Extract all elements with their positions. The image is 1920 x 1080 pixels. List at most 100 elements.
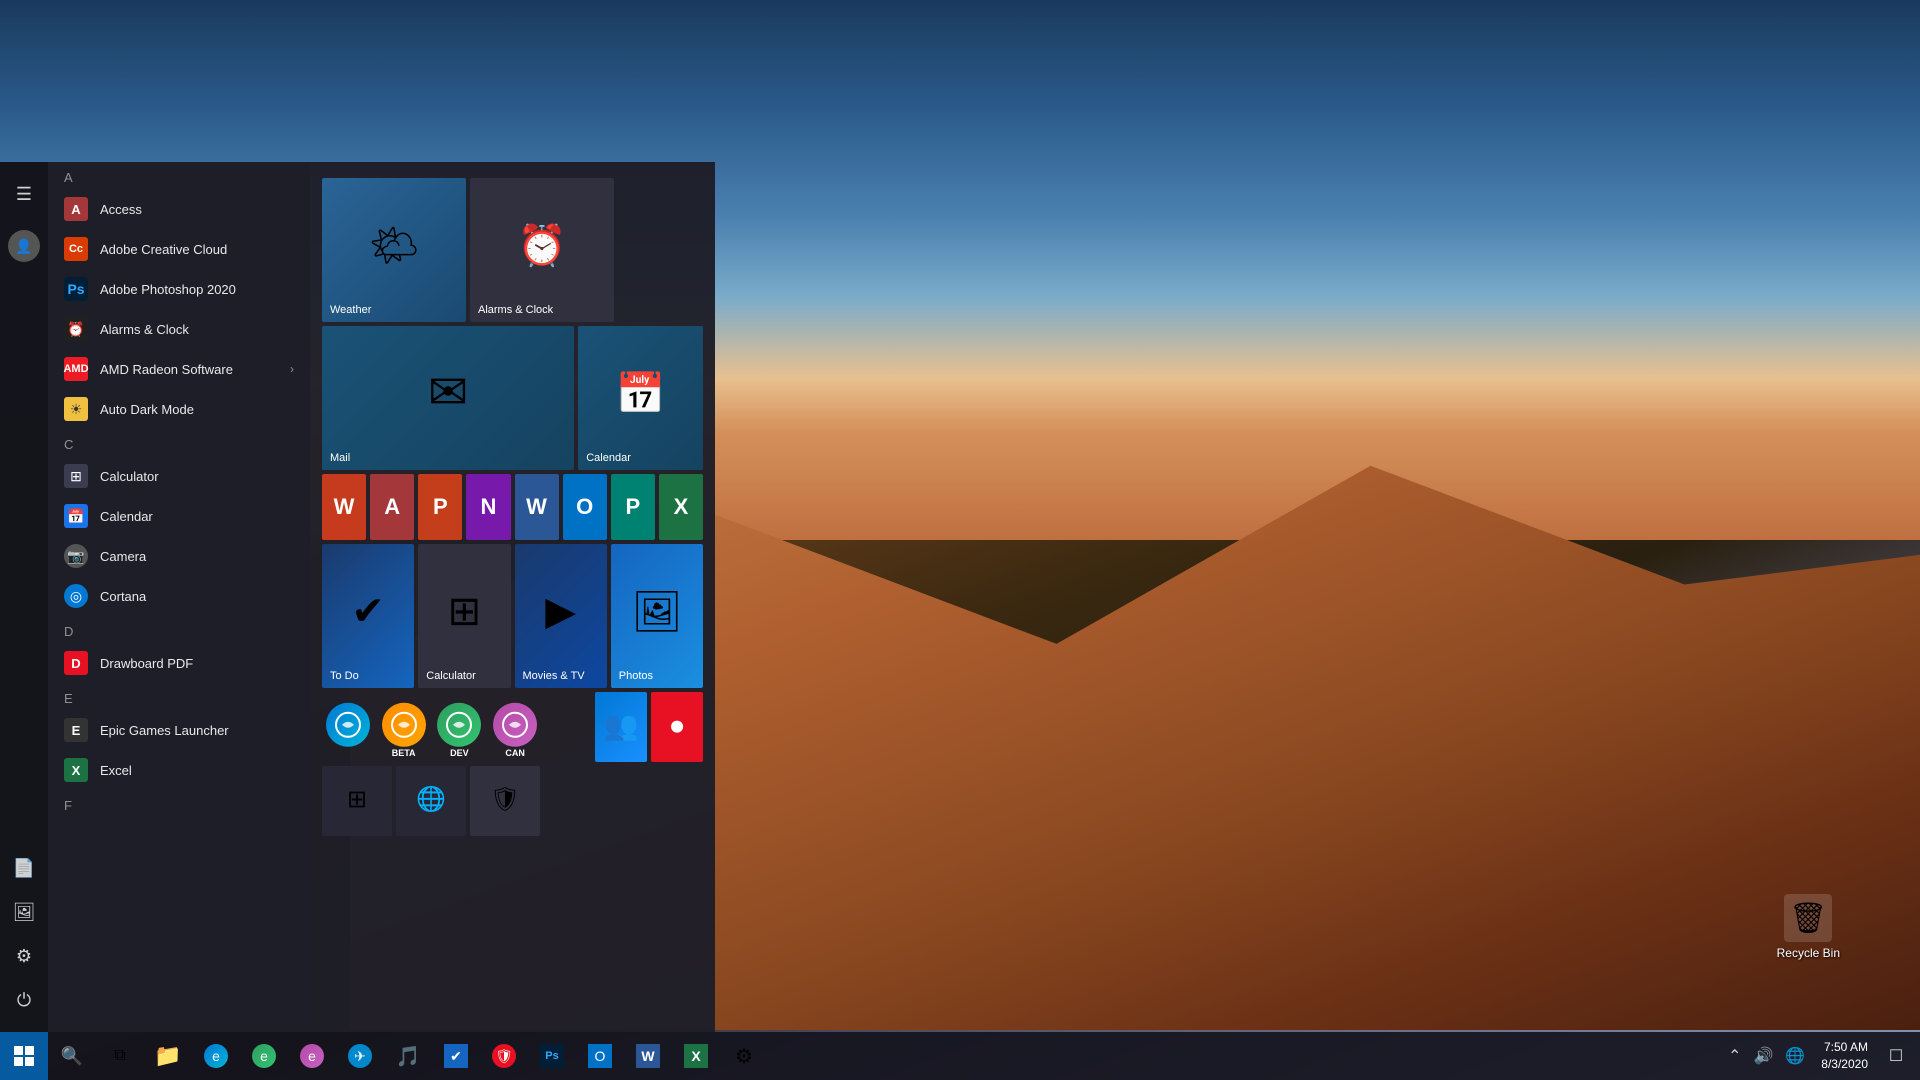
tiles-panel: 🌤 Weather ⏰ Alarms & Clock ✉ Mail 📅 Cale… xyxy=(310,162,715,1032)
user-avatar[interactable]: 👤 xyxy=(4,226,44,266)
alarms-tile-icon: ⏰ xyxy=(517,222,567,269)
taskbar-excel[interactable]: X xyxy=(674,1034,718,1078)
tile-edge-stable[interactable] xyxy=(322,692,374,762)
tile-todo[interactable]: ✔ To Do xyxy=(322,544,414,688)
tile-office-excel[interactable]: X xyxy=(659,474,703,540)
sidebar-power-icon[interactable]: ⏻ xyxy=(4,980,44,1020)
edge-dev-badge: DEV xyxy=(450,748,469,758)
tile-photos[interactable]: 🖼 Photos xyxy=(611,544,703,688)
app-name-epic: Epic Games Launcher xyxy=(100,723,229,738)
taskbar-task-view[interactable]: ⧉ xyxy=(98,1034,142,1078)
tray-network[interactable]: 🌐 xyxy=(1781,1042,1809,1070)
tile-bottom-1[interactable]: ⊞ xyxy=(322,766,392,836)
tiles-row-3: ✔ To Do ⊞ Calculator ▶ Movies & TV 🖼 Pho… xyxy=(322,544,703,688)
taskbar-music[interactable]: 🎵 xyxy=(386,1034,430,1078)
app-icon-alarms: ⏰ xyxy=(64,317,88,341)
tiles-row-bottom: ⊞ 🌐 🛡 xyxy=(322,766,703,836)
taskbar-search-button[interactable]: 🔍 xyxy=(50,1034,94,1078)
app-item-adobe-cc[interactable]: Cc Adobe Creative Cloud xyxy=(48,229,310,269)
tile-office-onenote[interactable]: N xyxy=(466,474,510,540)
app-item-camera[interactable]: 📷 Camera xyxy=(48,536,310,576)
taskbar-edge-dev[interactable]: e xyxy=(242,1034,286,1078)
expand-arrow-amd: › xyxy=(290,362,294,376)
sidebar-pictures-icon[interactable]: 🖼 xyxy=(4,892,44,932)
app-item-calculator[interactable]: ⊞ Calculator xyxy=(48,456,310,496)
taskbar-outlook[interactable]: O xyxy=(578,1034,622,1078)
app-icon-camera: 📷 xyxy=(64,544,88,568)
recycle-bin-label: Recycle Bin xyxy=(1777,946,1840,960)
movies-tile-icon: ▶ xyxy=(545,588,576,634)
sidebar-documents-icon[interactable]: 📄 xyxy=(4,848,44,888)
tile-office-word2019[interactable]: W xyxy=(322,474,366,540)
taskbar-todo[interactable]: ✔ xyxy=(434,1034,478,1078)
app-icon-adobe-ps: Ps xyxy=(64,277,88,301)
taskbar-word[interactable]: W xyxy=(626,1034,670,1078)
app-icon-amd: AMD xyxy=(64,357,88,381)
app-item-cortana[interactable]: ◎ Cortana xyxy=(48,576,310,616)
taskbar-antivirus[interactable]: 🛡 xyxy=(482,1034,526,1078)
tile-people[interactable]: 👥 xyxy=(595,692,647,762)
tile-office-outlook[interactable]: O xyxy=(563,474,607,540)
tile-calendar[interactable]: 📅 Calendar xyxy=(578,326,703,470)
tile-office-access[interactable]: A xyxy=(370,474,414,540)
section-letter-d: D xyxy=(48,616,310,643)
tile-movies-tv[interactable]: ▶ Movies & TV xyxy=(515,544,607,688)
app-icon-calendar: 📅 xyxy=(64,504,88,528)
app-item-excel[interactable]: X Excel xyxy=(48,750,310,790)
tile-bottom-3[interactable]: 🛡 xyxy=(470,766,540,836)
app-item-access[interactable]: A Access xyxy=(48,189,310,229)
app-item-epic[interactable]: E Epic Games Launcher xyxy=(48,710,310,750)
hamburger-menu-button[interactable]: ☰ xyxy=(4,174,44,214)
clock-display[interactable]: 7:50 AM 8/3/2020 xyxy=(1813,1039,1876,1073)
app-name-calendar: Calendar xyxy=(100,509,153,524)
app-icon-cortana: ◎ xyxy=(64,584,88,608)
app-name-calculator: Calculator xyxy=(100,469,159,484)
section-letter-f: F xyxy=(48,790,310,817)
app-item-amd[interactable]: AMD AMD Radeon Software › xyxy=(48,349,310,389)
start-button[interactable] xyxy=(0,1032,48,1080)
recycle-bin[interactable]: 🗑 Recycle Bin xyxy=(1777,894,1840,960)
alarms-tile-label: Alarms & Clock xyxy=(478,304,553,316)
tile-red-dot[interactable]: ● xyxy=(651,692,703,762)
app-item-drawboard[interactable]: D Drawboard PDF xyxy=(48,643,310,683)
app-item-calendar[interactable]: 📅 Calendar xyxy=(48,496,310,536)
notification-center-button[interactable]: ☐ xyxy=(1880,1032,1912,1080)
app-item-auto-dark[interactable]: ☀ Auto Dark Mode xyxy=(48,389,310,429)
tile-edge-dev[interactable]: DEV xyxy=(434,692,486,762)
taskbar-settings[interactable]: ⚙ xyxy=(722,1034,766,1078)
weather-tile-label: Weather xyxy=(330,304,371,316)
app-icon-access: A xyxy=(64,197,88,221)
app-item-adobe-ps[interactable]: Ps Adobe Photoshop 2020 xyxy=(48,269,310,309)
calc-tile-label: Calculator xyxy=(426,670,476,682)
tile-bottom-2[interactable]: 🌐 xyxy=(396,766,466,836)
taskbar-file-explorer[interactable]: 📁 xyxy=(146,1034,190,1078)
tile-office-word[interactable]: W xyxy=(515,474,559,540)
tile-mail[interactable]: ✉ Mail xyxy=(322,326,574,470)
tray-volume[interactable]: 🔊 xyxy=(1749,1042,1777,1070)
taskbar-photoshop[interactable]: Ps xyxy=(530,1034,574,1078)
tile-office-publisher[interactable]: P xyxy=(611,474,655,540)
sidebar-settings-icon[interactable]: ⚙ xyxy=(4,936,44,976)
taskbar-telegram[interactable]: ✈ xyxy=(338,1034,382,1078)
taskbar-edge-canary[interactable]: e xyxy=(290,1034,334,1078)
svg-text:E: E xyxy=(72,723,81,738)
app-list: A A Access Cc Adobe Creative Cloud Ps Ad… xyxy=(48,162,310,1032)
section-letter-a: A xyxy=(48,162,310,189)
app-icon-epic: E xyxy=(64,718,88,742)
tile-edge-beta[interactable]: BETA xyxy=(378,692,430,762)
taskbar-edge-stable[interactable]: e xyxy=(194,1034,238,1078)
photos-tile-icon: 🖼 xyxy=(631,588,682,635)
tile-spacer-1 xyxy=(545,692,591,762)
app-name-camera: Camera xyxy=(100,549,146,564)
tile-weather[interactable]: 🌤 Weather xyxy=(322,178,466,322)
tiles-row-2: ✉ Mail 📅 Calendar xyxy=(322,326,703,470)
app-name-adobe-ps: Adobe Photoshop 2020 xyxy=(100,282,236,297)
tray-chevron[interactable]: ⌃ xyxy=(1724,1042,1745,1070)
tile-alarms-clock[interactable]: ⏰ Alarms & Clock xyxy=(470,178,614,322)
taskbar-tray: ⌃ 🔊 🌐 7:50 AM 8/3/2020 ☐ xyxy=(1724,1032,1920,1080)
tile-edge-canary[interactable]: CAN xyxy=(489,692,541,762)
app-item-alarms[interactable]: ⏰ Alarms & Clock xyxy=(48,309,310,349)
app-icon-calculator: ⊞ xyxy=(64,464,88,488)
tile-calculator[interactable]: ⊞ Calculator xyxy=(418,544,510,688)
tile-office-ppt[interactable]: P xyxy=(418,474,462,540)
